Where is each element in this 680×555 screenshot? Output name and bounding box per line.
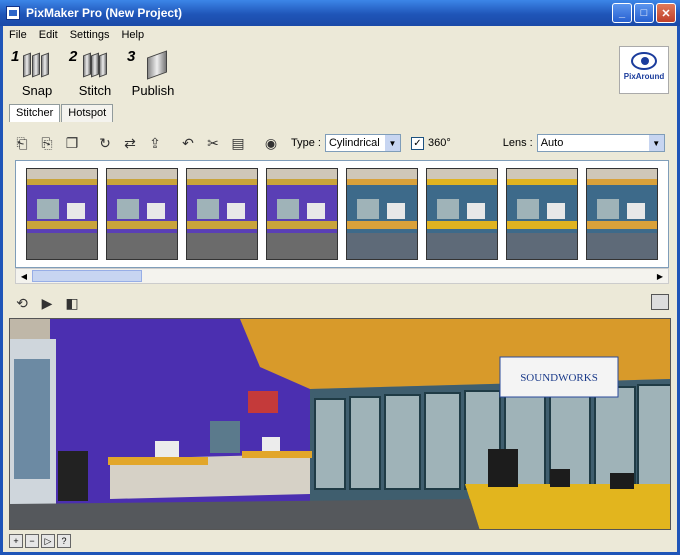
window-title: PixMaker Pro (New Project) — [26, 6, 183, 20]
eye-icon — [631, 52, 657, 70]
type-label: Type : — [291, 137, 321, 149]
lens-value: Auto — [540, 137, 564, 149]
thumbnail-strip — [15, 160, 669, 268]
chevron-down-icon: ▼ — [384, 135, 400, 151]
menu-edit[interactable]: Edit — [39, 29, 58, 41]
tab-hotspot[interactable]: Hotspot — [61, 104, 114, 122]
maximize-button[interactable]: □ — [634, 3, 654, 23]
360-checkbox[interactable]: ✓ — [410, 136, 424, 150]
chevron-down-icon: ▼ — [648, 135, 664, 151]
scroll-left-icon[interactable]: ◀ — [16, 269, 32, 283]
thumbnail-image[interactable] — [266, 168, 338, 260]
menu-file[interactable]: File — [9, 29, 27, 41]
help-icon[interactable]: ? — [57, 534, 71, 548]
thumbnail-image[interactable] — [506, 168, 578, 260]
stitch-label: Stitch — [78, 83, 112, 98]
stitcher-toolbar: ⎗ ⎘ ❐ ↻ ⇄ ⇪ ↶ ✂ ▤ ◉ Type : Cylindrical ▼… — [11, 130, 671, 156]
app-icon — [6, 6, 20, 20]
swap-icon[interactable]: ⇄ — [119, 132, 141, 154]
store-sign: SOUNDWORKS — [520, 372, 598, 384]
export-icon[interactable]: ⇪ — [144, 132, 166, 154]
thumbnail-image[interactable] — [426, 168, 498, 260]
menu-settings[interactable]: Settings — [70, 29, 110, 41]
panorama-preview[interactable]: SOUNDWORKS — [9, 318, 671, 530]
scroll-right-icon[interactable]: ▶ — [652, 269, 668, 283]
thumbnail-image[interactable] — [186, 168, 258, 260]
publish-icon — [139, 50, 169, 80]
step-number: 3 — [127, 48, 136, 65]
play-small-icon[interactable]: ▷ — [41, 534, 55, 548]
tab-bar: Stitcher Hotspot — [9, 104, 114, 122]
publish-button[interactable]: 3 Publish — [125, 46, 181, 100]
zoom-in-icon[interactable]: + — [9, 534, 23, 548]
type-value: Cylindrical — [328, 137, 380, 149]
close-button[interactable]: ✕ — [656, 3, 676, 23]
snap-label: Snap — [21, 83, 53, 98]
thumbnail-image[interactable] — [26, 168, 98, 260]
add-image-icon[interactable]: ⎗ — [11, 132, 33, 154]
thumbnail-scrollbar[interactable]: ◀ ▶ — [15, 268, 669, 284]
menu-bar: File Edit Settings Help — [3, 26, 677, 44]
preview-controls: + − ▷ ? — [9, 532, 73, 550]
scroll-thumb[interactable] — [32, 270, 142, 282]
app-window: PixMaker Pro (New Project) _ □ ✕ File Ed… — [0, 0, 680, 555]
play-icon[interactable]: ▶ — [36, 292, 58, 314]
lens-select[interactable]: Auto ▼ — [536, 134, 665, 152]
thumbnail-image[interactable] — [586, 168, 658, 260]
stop-icon[interactable]: ◧ — [61, 292, 83, 314]
type-select[interactable]: Cylindrical ▼ — [324, 134, 401, 152]
thumbnail-image[interactable] — [346, 168, 418, 260]
360-label: 360° — [427, 137, 451, 149]
workflow-toolbar: 1 Snap 2 Stitch 3 Publish — [3, 46, 677, 100]
copy-icon[interactable]: ❐ — [61, 132, 83, 154]
insert-image-icon[interactable]: ⎘ — [36, 132, 58, 154]
stitch-icon — [81, 52, 111, 78]
menu-help[interactable]: Help — [121, 29, 144, 41]
snap-button[interactable]: 1 Snap — [9, 46, 65, 100]
panorama-strip-icon — [23, 52, 53, 78]
stitch-button[interactable]: 2 Stitch — [67, 46, 123, 100]
tab-stitcher[interactable]: Stitcher — [9, 104, 61, 122]
publish-label: Publish — [131, 83, 175, 98]
rotate-icon[interactable]: ↻ — [94, 132, 116, 154]
cut-icon[interactable]: ✂ — [202, 132, 224, 154]
paste-icon[interactable]: ▤ — [227, 132, 249, 154]
lens-label: Lens : — [502, 137, 533, 149]
refresh-icon[interactable]: ⟲ — [11, 292, 33, 314]
pixaround-logo: PixAround — [619, 46, 669, 94]
preview-toolbar: ⟲ ▶ ◧ — [11, 292, 86, 314]
logo-text: PixAround — [623, 72, 665, 81]
fullscreen-button[interactable] — [651, 294, 669, 310]
thumbnail-image[interactable] — [106, 168, 178, 260]
step-number: 1 — [11, 48, 20, 65]
minimize-button[interactable]: _ — [612, 3, 632, 23]
preview-icon[interactable]: ◉ — [260, 132, 282, 154]
title-bar: PixMaker Pro (New Project) _ □ ✕ — [0, 0, 680, 26]
undo-icon[interactable]: ↶ — [177, 132, 199, 154]
step-number: 2 — [69, 48, 78, 65]
panorama-image: SOUNDWORKS — [10, 319, 670, 529]
zoom-out-icon[interactable]: − — [25, 534, 39, 548]
